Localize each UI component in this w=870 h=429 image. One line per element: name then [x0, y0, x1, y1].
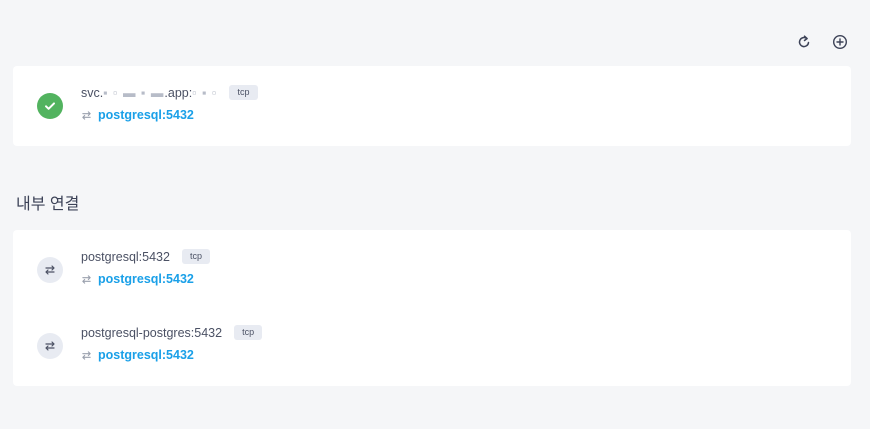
- internal-connections-card: postgresql:5432 tcp postgresql:5432 post…: [13, 230, 851, 386]
- link-arrows-icon: [82, 350, 91, 360]
- link-icon: [37, 257, 63, 283]
- refresh-icon: [798, 35, 810, 48]
- add-circle-icon: [832, 34, 848, 50]
- link-arrows-icon: [82, 274, 91, 284]
- external-connection-card: svc.▪ ▫ ▬ ▪ ▬.app:▫ ▪ ▫ tcp postgresql:5…: [13, 66, 851, 146]
- link-icon: [37, 333, 63, 359]
- internal-host: postgresql-postgres:5432 tcp: [81, 325, 263, 340]
- connection-target[interactable]: postgresql:5432: [81, 108, 194, 122]
- link-arrows-icon: [82, 110, 91, 120]
- connection-row: postgresql-postgres:5432 tcp postgresql:…: [13, 321, 851, 371]
- target-label[interactable]: postgresql:5432: [98, 272, 194, 286]
- connection-row: svc.▪ ▫ ▬ ▪ ▬.app:▫ ▪ ▫ tcp postgresql:5…: [13, 81, 851, 131]
- add-button[interactable]: [828, 30, 852, 54]
- section-title: 내부 연결: [16, 196, 80, 213]
- refresh-button[interactable]: [792, 30, 816, 54]
- host-label[interactable]: postgresql-postgres:5432: [81, 326, 222, 340]
- status-ok-icon: [37, 93, 63, 119]
- host-label[interactable]: postgresql:5432: [81, 250, 170, 264]
- connection-target[interactable]: postgresql:5432: [81, 272, 194, 286]
- target-label[interactable]: postgresql:5432: [98, 108, 194, 122]
- protocol-badge: tcp: [229, 85, 258, 100]
- connection-target[interactable]: postgresql:5432: [81, 348, 194, 362]
- protocol-badge: tcp: [181, 249, 210, 264]
- connection-row: postgresql:5432 tcp postgresql:5432: [13, 245, 851, 295]
- masked-segment: ▫ ▪ ▫: [192, 85, 218, 100]
- toolbar: [792, 30, 852, 54]
- external-host: svc.▪ ▫ ▬ ▪ ▬.app:▫ ▪ ▫ tcp: [81, 85, 258, 100]
- protocol-badge: tcp: [234, 325, 263, 340]
- internal-host: postgresql:5432 tcp: [81, 249, 210, 264]
- masked-segment: ▪ ▫ ▬ ▪ ▬: [103, 85, 165, 100]
- host-label[interactable]: svc.▪ ▫ ▬ ▪ ▬.app:▫ ▪ ▫: [81, 86, 217, 100]
- target-label[interactable]: postgresql:5432: [98, 348, 194, 362]
